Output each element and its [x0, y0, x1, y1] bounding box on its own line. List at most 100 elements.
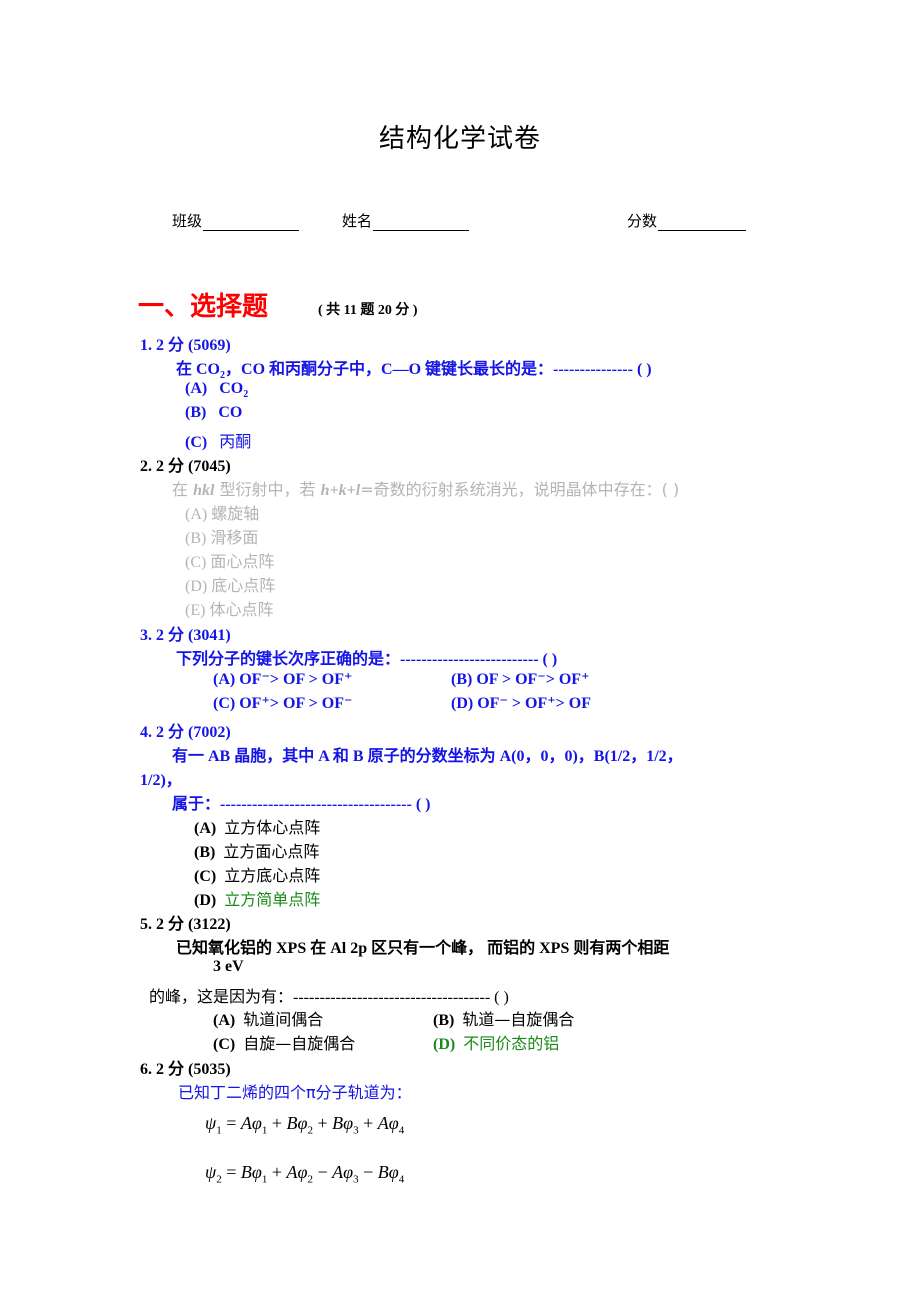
question-2-stem: 在 hkl 型衍射中，若 h+k+l=奇数的衍射系统消光，说明晶体中存在：( ) — [172, 476, 679, 500]
stem-hkl: hkl — [193, 482, 215, 499]
question-4-header: 4. 2 分 (7002) — [140, 724, 231, 741]
question-3-option-a[interactable]: (A) OF⁻> OF > OF⁺ — [213, 669, 352, 689]
question-5-stem-line2: 3 eV — [213, 958, 244, 975]
question-5-option-c[interactable]: (C) 自旋—自旋偶合 — [213, 1030, 355, 1054]
option-text: 轨道—自旋偶合 — [462, 1010, 575, 1029]
question-3-option-c[interactable]: (C) OF⁺> OF > OF⁻ — [213, 693, 352, 713]
coef: A — [240, 1113, 252, 1133]
option-text: CO — [219, 380, 244, 397]
question-2-option-d[interactable]: (D) 底心点阵 — [185, 572, 275, 596]
option-text: CO — [218, 404, 243, 421]
option-label: (D) — [194, 892, 217, 909]
question-1-stem-post: ，CO 和丙酮分子中，C—O 键键长最长的是：--------------- (… — [225, 361, 652, 378]
option-label: (B) — [433, 1012, 455, 1029]
eq-sign: + — [317, 1113, 328, 1133]
eq-sign: + — [271, 1113, 282, 1133]
question-1-option-c[interactable]: (C) 丙酮 — [185, 428, 251, 452]
question-4-stem-line1: 有一 AB 晶胞，其中 A 和 B 原子的分数坐标为 A(0，0，0)，B(1/… — [172, 748, 683, 765]
option-text-highlighted: 立方简单点阵 — [224, 890, 321, 909]
option-text: 立方体心点阵 — [224, 818, 321, 837]
question-5-header: 5. 2 分 (3122) — [140, 916, 231, 933]
question-1-header: 1. 2 分 (5069) — [140, 337, 231, 354]
psi-index: 2 — [216, 1173, 222, 1186]
question-2-option-c[interactable]: (C) 面心点阵 — [185, 548, 274, 572]
question-1-option-a[interactable]: (A) CO2 — [185, 380, 248, 400]
name-label: 姓名 — [342, 212, 373, 230]
option-label: (B) — [451, 671, 473, 688]
eq-sign: = — [226, 1113, 237, 1133]
question-6-stem: 已知丁二烯的四个π分子轨道为： — [178, 1083, 412, 1102]
option-text: OF⁺> OF > OF⁻ — [239, 695, 353, 712]
stem-part: =奇数的衍射系统消光，说明晶体中存在：( ) — [360, 480, 680, 499]
stem-condition: h+k+l — [320, 482, 361, 499]
eq-sign: + — [363, 1113, 374, 1133]
question-4-option-b[interactable]: (B) 立方面心点阵 — [194, 838, 319, 862]
psi-symbol: ψ — [205, 1162, 217, 1182]
option-label: (A) — [194, 820, 217, 837]
option-label: (C) — [185, 554, 207, 571]
equation-psi-2: ψ2 = Bφ1 + Aφ2 − Aφ3 − Bφ4 — [205, 1162, 405, 1186]
psi-index: 1 — [216, 1124, 222, 1137]
option-label: (C) — [213, 695, 236, 712]
question-4-option-a[interactable]: (A) 立方体心点阵 — [194, 814, 320, 838]
name-field: 姓名 — [342, 210, 470, 231]
page-title: 结构化学试卷 — [378, 124, 541, 154]
coef: B — [377, 1162, 389, 1182]
question-3-option-b[interactable]: (B) OF > OF⁻> OF⁺ — [451, 669, 590, 689]
question-1-stem: 在 CO2，CO 和丙酮分子中，C—O 键键长最长的是：------------… — [176, 355, 652, 381]
option-label: (D) — [451, 695, 474, 712]
stem-part: 型衍射中，若 — [214, 480, 321, 499]
question-4-option-c[interactable]: (C) 立方底心点阵 — [194, 862, 320, 886]
class-label: 班级 — [172, 212, 203, 230]
option-text: 面心点阵 — [210, 552, 275, 571]
question-3-header: 3. 2 分 (3041) — [140, 627, 231, 644]
option-text: OF > OF⁻> OF⁺ — [476, 671, 590, 688]
option-text: 滑移面 — [210, 528, 259, 547]
option-label: (C) — [194, 868, 217, 885]
coef: B — [332, 1113, 344, 1133]
phi-index: 3 — [353, 1173, 359, 1186]
question-2-option-b[interactable]: (B) 滑移面 — [185, 524, 258, 548]
question-2-header: 2. 2 分 (7045) — [140, 458, 231, 475]
option-label: (B) — [185, 530, 207, 547]
option-text: OF⁻ > OF⁺> OF — [477, 695, 591, 712]
score-field: 分数 — [627, 210, 747, 231]
question-2-option-e[interactable]: (E) 体心点阵 — [185, 596, 273, 620]
option-text: 底心点阵 — [211, 576, 276, 595]
option-text: 轨道间偶合 — [243, 1010, 324, 1029]
option-sub: 2 — [243, 389, 249, 401]
question-5-option-d[interactable]: (D) 不同价态的铝 — [433, 1030, 559, 1054]
question-5-option-a[interactable]: (A) 轨道间偶合 — [213, 1006, 323, 1030]
question-5-stem-line1: 已知氧化铝的 XPS 在 Al 2p 区只有一个峰， 而铝的 XPS 则有两个相… — [176, 940, 670, 957]
question-4-stem-line3: 属于：------------------------------------ … — [172, 796, 431, 813]
stem-part: 在 — [172, 480, 194, 499]
question-2-option-a[interactable]: (A) 螺旋轴 — [185, 500, 259, 524]
eq-sign: = — [226, 1162, 237, 1182]
name-blank[interactable] — [373, 214, 470, 231]
option-text: 立方底心点阵 — [224, 866, 321, 885]
class-blank[interactable] — [203, 214, 300, 231]
question-1-stem-pre: 在 CO — [176, 361, 221, 378]
phi-index: 2 — [307, 1124, 313, 1137]
question-1-option-b[interactable]: (B) CO — [185, 404, 242, 422]
question-5-option-b[interactable]: (B) 轨道—自旋偶合 — [433, 1006, 574, 1030]
option-text: OF⁻> OF > OF⁺ — [239, 671, 353, 688]
option-text: 自旋—自旋偶合 — [243, 1034, 356, 1053]
coef: A — [377, 1113, 389, 1133]
phi-index: 1 — [261, 1173, 268, 1186]
score-blank[interactable] — [658, 214, 747, 231]
option-label: (E) — [185, 602, 206, 619]
phi-index: 4 — [398, 1124, 405, 1137]
question-3-option-d[interactable]: (D) OF⁻ > OF⁺> OF — [451, 693, 591, 713]
option-text: 螺旋轴 — [211, 504, 260, 523]
option-label: (A) — [185, 380, 208, 397]
question-4-stem-line2: 1/2)， — [140, 772, 182, 789]
phi-index: 3 — [353, 1124, 359, 1137]
option-label: (A) — [213, 1012, 236, 1029]
phi-index: 4 — [398, 1173, 405, 1186]
option-text: 立方面心点阵 — [223, 842, 320, 861]
option-label: (C) — [213, 1036, 236, 1053]
score-label: 分数 — [627, 212, 658, 230]
option-text-highlighted: 不同价态的铝 — [463, 1034, 560, 1053]
question-4-option-d[interactable]: (D) 立方简单点阵 — [194, 886, 320, 910]
